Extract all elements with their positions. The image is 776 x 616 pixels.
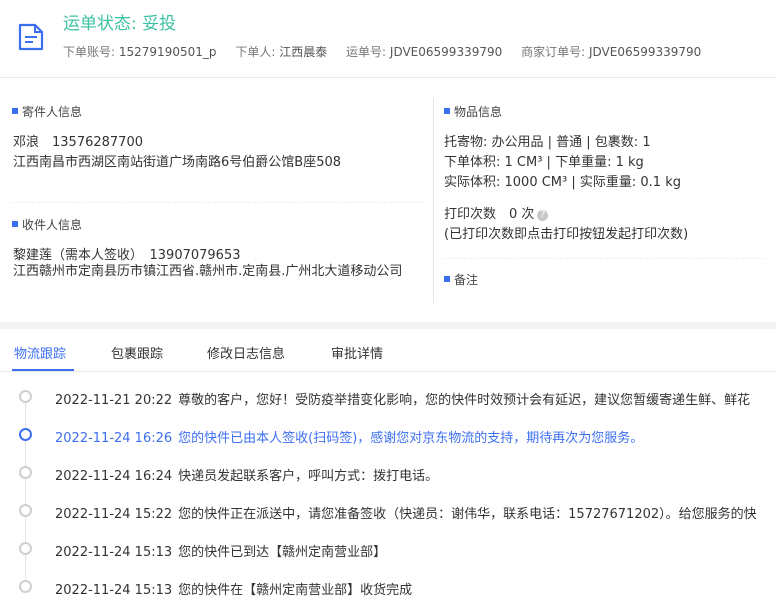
print-count-text: 打印次数 0 次 <box>444 207 535 222</box>
timeline-dot <box>19 504 32 517</box>
receiver-name-phone: 黎建莲（需本人签收） 13907079653 <box>13 248 241 263</box>
timeline-dot-active <box>19 428 32 441</box>
tracking-event: 2022-11-24 16:24 快递员发起联系客户，呼叫方式：拨打电话。 <box>55 465 438 484</box>
tab-bar: 物流跟踪 包裹跟踪 修改日志信息 审批详情 <box>0 330 776 372</box>
section-divider <box>444 258 764 259</box>
sender-name-phone: 邓浪 13576287700 <box>13 135 143 150</box>
print-count: 打印次数 0 次? <box>444 203 549 222</box>
timeline-dot <box>19 542 32 555</box>
tracking-text: 您的快件已到达【赣州定南营业部】 <box>178 545 387 560</box>
goods-line-actual-volume: 实际体积: 1000 CM³ | 实际重量: 0.1 kg <box>444 175 681 190</box>
remark-title-text: 备注 <box>454 273 479 287</box>
order-account-value: 15279190501_p <box>118 45 217 59</box>
tracking-text: 您的快件在【赣州定南营业部】收货完成 <box>178 583 413 598</box>
tracking-time: 2022-11-24 15:13 <box>55 583 173 598</box>
goods-section-title: 物品信息 <box>444 103 502 120</box>
section-marker-icon <box>444 276 450 282</box>
goods-line-order-volume: 下单体积: 1 CM³ | 下单重量: 1 kg <box>444 155 644 170</box>
receiver-title-text: 收件人信息 <box>22 218 83 232</box>
tracking-event: 2022-11-24 15:13 您的快件在【赣州定南营业部】收货完成 <box>55 579 412 598</box>
sender-address: 江西南昌市西湖区南站街道广场南路6号伯爵公馆B座508 <box>13 155 342 170</box>
receiver-address: 江西赣州市定南县历市镇江西省.赣州市.定南县.广州北大道移动公司 <box>13 264 403 279</box>
sender-section-title: 寄件人信息 <box>12 103 82 120</box>
document-icon <box>18 23 44 51</box>
timeline-line <box>25 396 26 591</box>
section-divider <box>12 202 422 203</box>
section-marker-icon <box>12 221 18 227</box>
waybill-header: 运单状态: 妥投 下单账号: 15279190501_p 下单人: 江西晨泰 运… <box>0 0 776 78</box>
print-note: (已打印次数即点击打印按钮发起打印次数) <box>444 227 689 242</box>
waybill-number-label: 运单号: <box>346 45 387 59</box>
active-tab-indicator <box>12 369 74 371</box>
tab-modify-log[interactable]: 修改日志信息 <box>207 343 285 362</box>
tracking-event-active: 2022-11-24 16:26 您的快件已由本人签收(扫码签)，感谢您对京东物流… <box>55 427 643 446</box>
timeline-dot <box>19 580 32 593</box>
goods-title-text: 物品信息 <box>454 105 503 119</box>
tracking-event: 2022-11-21 20:22 尊敬的客户，您好！受防疫举措变化影响，您的快件时… <box>55 389 750 408</box>
merchant-order-label: 商家订单号: <box>521 45 586 59</box>
orderer-label: 下单人: <box>235 45 276 59</box>
help-icon[interactable]: ? <box>537 210 549 221</box>
receiver-section-title: 收件人信息 <box>12 216 82 233</box>
section-marker-icon <box>444 108 450 114</box>
waybill-meta: 下单账号: 15279190501_p 下单人: 江西晨泰 运单号: JDVE0… <box>63 43 716 60</box>
goods-line-cargo: 托寄物: 办公用品 | 普通 | 包裹数: 1 <box>444 135 651 150</box>
tracking-text: 您的快件正在派送中，请您准备签收（快递员：谢伟华，联系电话：1572767120… <box>178 507 757 522</box>
tracking-event: 2022-11-24 15:13 您的快件已到达【赣州定南营业部】 <box>55 541 386 560</box>
tracking-time: 2022-11-24 16:26 <box>55 431 173 446</box>
remark-section-title: 备注 <box>444 271 478 288</box>
tab-approval-details[interactable]: 审批详情 <box>331 343 383 362</box>
tab-logistics-tracking[interactable]: 物流跟踪 <box>14 343 66 362</box>
tracking-time: 2022-11-24 16:24 <box>55 469 173 484</box>
tracking-event: 2022-11-24 15:22 您的快件正在派送中，请您准备签收（快递员：谢伟华… <box>55 503 757 522</box>
sender-title-text: 寄件人信息 <box>22 105 83 119</box>
waybill-number-value: JDVE06599339790 <box>389 45 503 59</box>
orderer-value: 江西晨泰 <box>279 45 328 59</box>
section-separator <box>0 322 776 329</box>
tracking-time: 2022-11-24 15:13 <box>55 545 173 560</box>
tracking-text: 尊敬的客户，您好！受防疫举措变化影响，您的快件时效预计会有延迟，建议您暂缓寄递生… <box>178 393 751 408</box>
merchant-order-value: JDVE06599339790 <box>588 45 702 59</box>
waybill-status: 运单状态: 妥投 <box>63 14 177 34</box>
tracking-time: 2022-11-24 15:22 <box>55 507 173 522</box>
tracking-text: 您的快件已由本人签收(扫码签)，感谢您对京东物流的支持，期待再次为您服务。 <box>178 431 644 446</box>
column-divider <box>433 98 434 303</box>
tab-package-tracking[interactable]: 包裹跟踪 <box>111 343 163 362</box>
order-account-label: 下单账号: <box>63 45 116 59</box>
tracking-time: 2022-11-21 20:22 <box>55 393 173 408</box>
timeline-dot <box>19 466 32 479</box>
timeline-dot <box>19 390 32 403</box>
section-marker-icon <box>12 108 18 114</box>
tracking-text: 快递员发起联系客户，呼叫方式：拨打电话。 <box>178 469 439 484</box>
